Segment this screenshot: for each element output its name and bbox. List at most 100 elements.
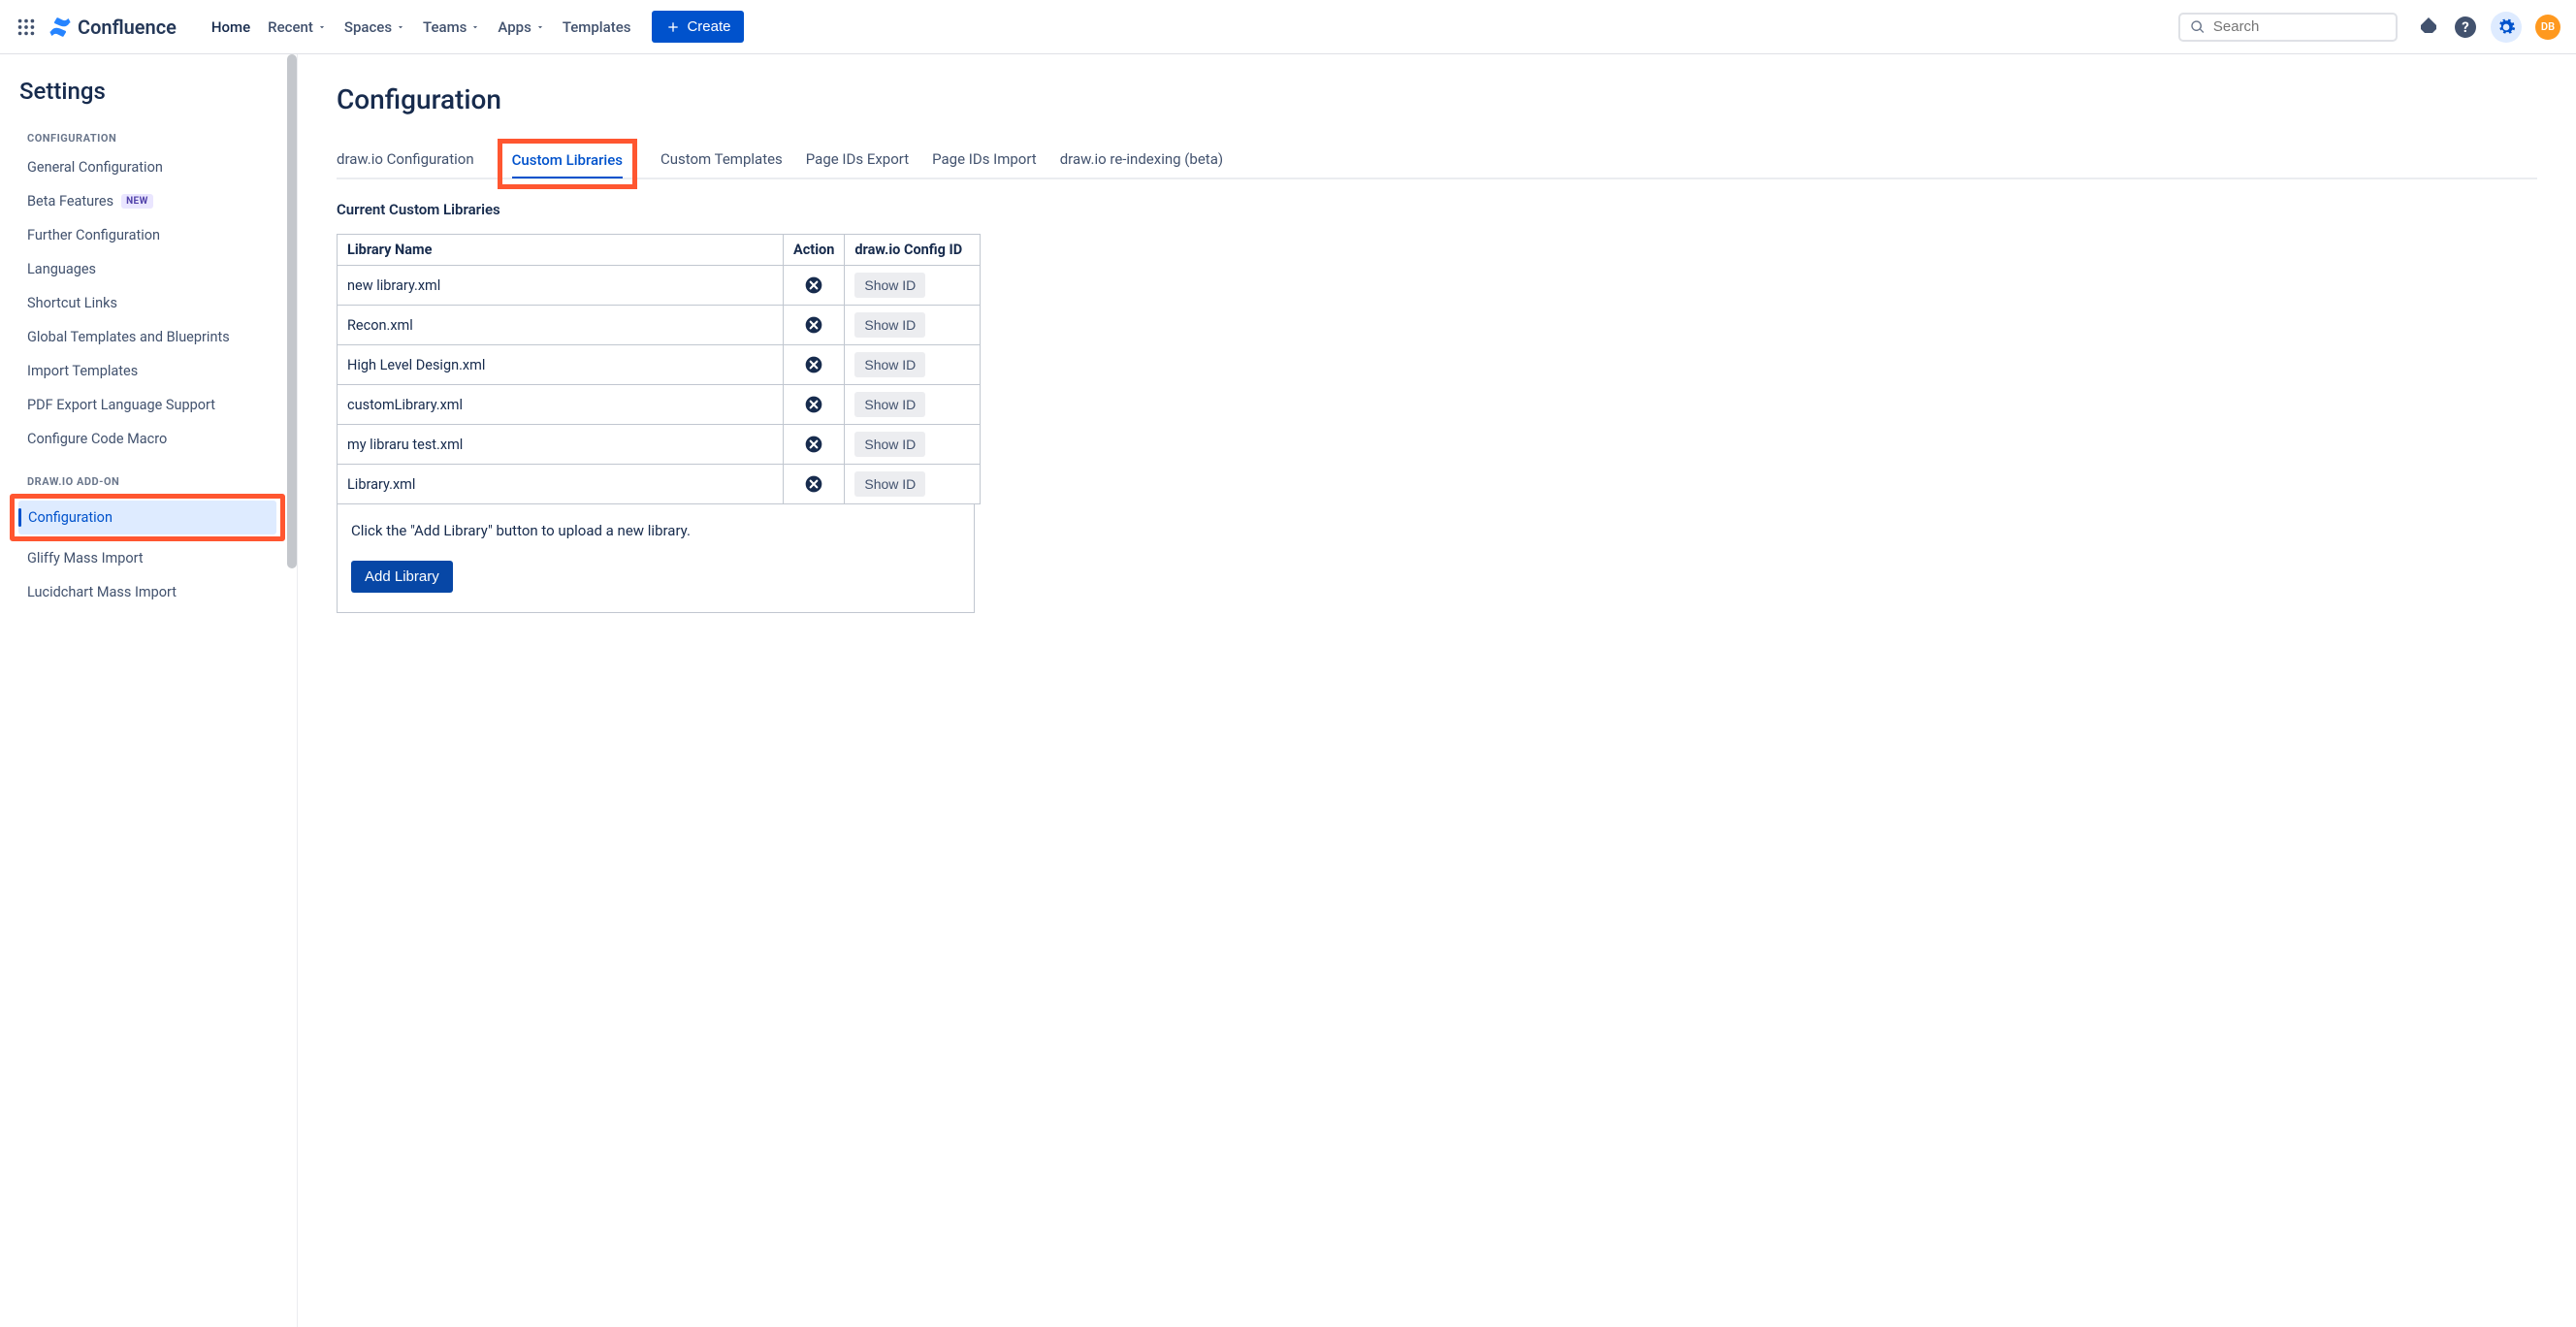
library-name-cell: High Level Design.xml [338, 345, 784, 385]
user-avatar[interactable]: DB [2535, 15, 2560, 40]
show-id-button[interactable]: Show ID [854, 392, 925, 417]
config-id-cell: Show ID [845, 425, 981, 465]
library-name-cell: Library.xml [338, 465, 784, 504]
tab[interactable]: Custom Templates [660, 143, 783, 178]
search-input[interactable] [2213, 18, 2386, 35]
sidebar-item[interactable]: Languages [17, 252, 289, 286]
library-name-cell: customLibrary.xml [338, 385, 784, 425]
libraries-table: Library Name Action draw.io Config ID ne… [337, 234, 981, 504]
tabs: draw.io Configuration Custom Libraries Cus… [337, 143, 2537, 179]
table-row: my libraru test.xml Show ID [338, 425, 981, 465]
library-name-cell: Recon.xml [338, 306, 784, 345]
add-library-button[interactable]: Add Library [351, 561, 453, 593]
show-id-button[interactable]: Show ID [854, 432, 925, 457]
product-name[interactable]: Confluence [78, 16, 177, 39]
tab[interactable]: Page IDs Import [932, 143, 1037, 178]
sidebar-item-label: Shortcut Links [27, 295, 117, 311]
nav-home-label: Home [211, 18, 250, 36]
show-id-button[interactable]: Show ID [854, 312, 925, 338]
nav-recent[interactable]: Recent [268, 18, 327, 36]
sidebar-item[interactable]: Configuration [18, 501, 276, 534]
sidebar-item[interactable]: PDF Export Language Support [17, 388, 289, 422]
tab[interactable]: Page IDs Export [806, 143, 909, 178]
nav-spaces[interactable]: Spaces [344, 18, 405, 36]
nav-spaces-label: Spaces [344, 18, 392, 36]
content-area: Configuration draw.io Configuration Custo… [298, 54, 2576, 1327]
chevron-down-icon [396, 22, 405, 32]
show-id-button[interactable]: Show ID [854, 273, 925, 298]
highlight-annotation: Custom Libraries [498, 139, 637, 189]
confluence-logo-icon[interactable] [48, 16, 72, 39]
show-id-button[interactable]: Show ID [854, 471, 925, 497]
action-cell [784, 345, 845, 385]
sidebar-item[interactable]: Shortcut Links [17, 286, 289, 320]
table-row: Library.xml Show ID [338, 465, 981, 504]
show-id-button[interactable]: Show ID [854, 352, 925, 377]
config-id-cell: Show ID [845, 345, 981, 385]
sidebar-item-label: Lucidchart Mass Import [27, 584, 177, 600]
tab[interactable]: draw.io Configuration [337, 143, 474, 178]
notifications-icon[interactable] [2417, 16, 2440, 39]
chevron-down-icon [535, 22, 545, 32]
page-title: Configuration [337, 83, 2537, 115]
nav-templates-label: Templates [563, 18, 631, 36]
action-cell [784, 266, 845, 306]
col-action: Action [784, 235, 845, 266]
topbar: Confluence Home Recent Spaces Teams Apps… [0, 0, 2576, 54]
sidebar-item-label: PDF Export Language Support [27, 397, 215, 413]
sidebar-item[interactable]: Further Configuration [17, 218, 289, 252]
search-input-wrapper[interactable] [2178, 13, 2398, 42]
delete-icon[interactable] [793, 275, 834, 295]
sidebar-item-label: Gliffy Mass Import [27, 550, 144, 566]
delete-icon[interactable] [793, 395, 834, 414]
table-row: High Level Design.xml Show ID [338, 345, 981, 385]
action-cell [784, 465, 845, 504]
settings-icon[interactable] [2491, 12, 2522, 43]
delete-icon[interactable] [793, 474, 834, 494]
sidebar-section-heading: DRAW.IO ADD-ON [27, 475, 289, 488]
highlight-annotation: Configuration [10, 494, 285, 541]
sidebar-item[interactable]: Global Templates and Blueprints [17, 320, 289, 354]
tab[interactable]: Custom Libraries [512, 151, 623, 178]
add-library-label: Add Library [365, 568, 439, 585]
svg-text:?: ? [2462, 18, 2468, 36]
sidebar-item-label: General Configuration [27, 159, 163, 176]
nav-apps[interactable]: Apps [498, 18, 544, 36]
sidebar-item-label: Further Configuration [27, 227, 160, 243]
sidebar-item[interactable]: Gliffy Mass Import [17, 541, 289, 575]
search-icon [2190, 18, 2206, 36]
nav-recent-label: Recent [268, 18, 313, 36]
table-row: new library.xml Show ID [338, 266, 981, 306]
delete-icon[interactable] [793, 315, 834, 335]
library-name-cell: new library.xml [338, 266, 784, 306]
sidebar-item-label: Configuration [28, 509, 113, 526]
config-id-cell: Show ID [845, 306, 981, 345]
tab[interactable]: draw.io re-indexing (beta) [1060, 143, 1223, 178]
help-icon[interactable]: ? [2454, 16, 2477, 39]
nav-teams[interactable]: Teams [423, 18, 480, 36]
action-cell [784, 425, 845, 465]
sidebar-item[interactable]: General Configuration [17, 150, 289, 184]
table-row: customLibrary.xml Show ID [338, 385, 981, 425]
table-row: Recon.xml Show ID [338, 306, 981, 345]
sidebar-item[interactable]: Import Templates [17, 354, 289, 388]
sidebar-item[interactable]: Beta FeaturesNEW [17, 184, 289, 218]
config-id-cell: Show ID [845, 266, 981, 306]
sidebar-item[interactable]: Lucidchart Mass Import [17, 575, 289, 609]
nav-teams-label: Teams [423, 18, 467, 36]
sidebar-item-label: Global Templates and Blueprints [27, 329, 230, 345]
app-switcher-icon[interactable] [16, 16, 37, 38]
library-name-cell: my libraru test.xml [338, 425, 784, 465]
hint-text: Click the "Add Library" button to upload… [351, 522, 960, 539]
nav-home[interactable]: Home [211, 18, 250, 36]
nav-templates[interactable]: Templates [563, 18, 631, 36]
delete-icon[interactable] [793, 355, 834, 374]
chevron-down-icon [317, 22, 327, 32]
create-button[interactable]: Create [652, 11, 744, 43]
action-cell [784, 385, 845, 425]
chevron-down-icon [470, 22, 480, 32]
delete-icon[interactable] [793, 435, 834, 454]
sidebar-item-label: Beta Features [27, 193, 113, 210]
sidebar-item[interactable]: Configure Code Macro [17, 422, 289, 456]
sidebar-item-label: Import Templates [27, 363, 138, 379]
